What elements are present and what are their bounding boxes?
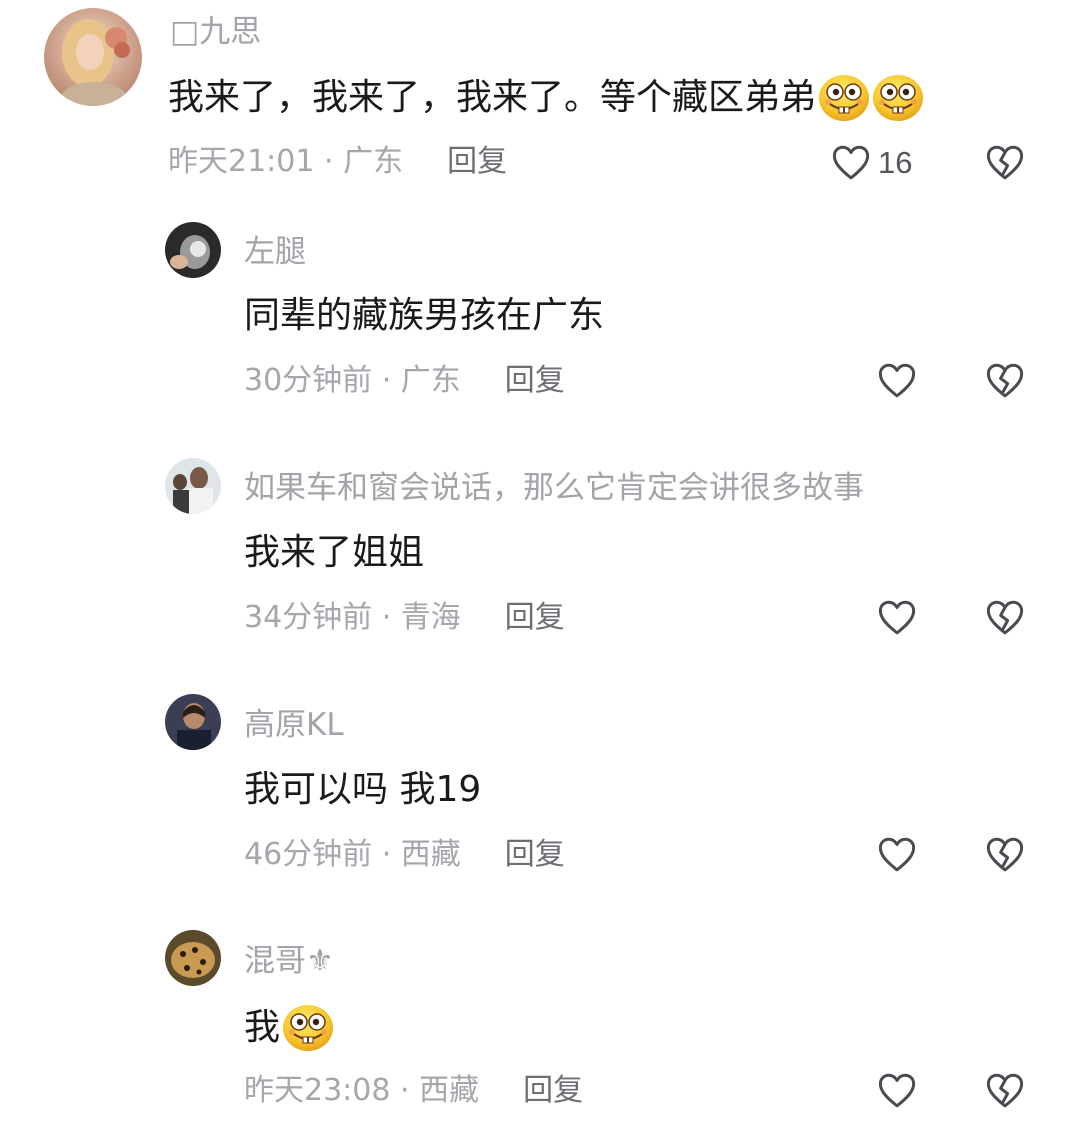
reply-item: 如果车和窗会说话，那么它肯定会讲很多故事 我来了姐姐 34分钟前 · 青海 回复 [0, 455, 1080, 655]
username[interactable]: 左腿 [244, 232, 306, 272]
heart-icon[interactable] [876, 360, 918, 402]
comment-meta: 昨天21:01 · 广东 回复 [168, 142, 507, 182]
comment-meta: 46分钟前 · 西藏 回复 [244, 835, 565, 875]
time-location: 30分钟前 · 广东 [244, 363, 461, 398]
comment-text-body: 我来了姐姐 [244, 532, 425, 573]
broken-heart-icon[interactable] [984, 1070, 1026, 1112]
comment-item: □九思 我来了，我来了，我来了。等个藏区弟弟 昨天21:01 · 广东 回复 1… [0, 0, 1080, 200]
like-button[interactable]: 16 [830, 142, 912, 184]
username[interactable]: 如果车和窗会说话，那么它肯定会讲很多故事 [244, 468, 864, 508]
heart-icon[interactable] [876, 834, 918, 876]
username[interactable]: □九思 [170, 12, 261, 52]
reply-button[interactable]: 回复 [505, 361, 565, 401]
comment-text-body: 我 [244, 1007, 281, 1048]
comment-text: 我来了姐姐 [244, 529, 424, 577]
heart-icon [830, 142, 872, 184]
time-location: 昨天23:08 · 西藏 [244, 1073, 480, 1108]
broken-heart-icon[interactable] [984, 142, 1026, 184]
like-count: 16 [878, 145, 913, 180]
grin-face-icon [872, 72, 924, 124]
broken-heart-icon[interactable] [984, 834, 1026, 876]
reply-item: 左腿 同辈的藏族男孩在广东 30分钟前 · 广东 回复 [0, 218, 1080, 418]
comment-text-body: 我可以吗 我19 [244, 769, 482, 810]
comment-text: 同辈的藏族男孩在广东 [244, 292, 604, 340]
avatar[interactable] [165, 222, 221, 278]
avatar[interactable] [165, 694, 221, 750]
reply-button[interactable]: 回复 [523, 1071, 583, 1111]
reply-item: 混哥⚜ 我 昨天23:08 · 西藏 回复 [0, 928, 1080, 1124]
comment-meta: 30分钟前 · 广东 回复 [244, 361, 565, 401]
comment-meta: 昨天23:08 · 西藏 回复 [244, 1071, 583, 1111]
comment-text-body: 同辈的藏族男孩在广东 [244, 295, 605, 336]
time-location: 昨天21:01 · 广东 [168, 144, 404, 179]
reply-button[interactable]: 回复 [505, 598, 565, 638]
broken-heart-icon[interactable] [984, 360, 1026, 402]
heart-icon[interactable] [876, 597, 918, 639]
avatar[interactable] [165, 930, 221, 986]
time-location: 34分钟前 · 青海 [244, 600, 461, 635]
comment-text: 我 [244, 1002, 334, 1054]
heart-icon[interactable] [876, 1070, 918, 1112]
comment-text-body: 我来了，我来了，我来了。等个藏区弟弟 [168, 77, 817, 118]
reply-button[interactable]: 回复 [505, 835, 565, 875]
username[interactable]: 混哥⚜ [244, 941, 334, 981]
reply-item: 高原KL 我可以吗 我19 46分钟前 · 西藏 回复 [0, 692, 1080, 892]
comment-meta: 34分钟前 · 青海 回复 [244, 598, 565, 638]
comment-thread: □九思 我来了，我来了，我来了。等个藏区弟弟 昨天21:01 · 广东 回复 1… [0, 0, 1080, 1124]
broken-heart-icon[interactable] [984, 597, 1026, 639]
avatar[interactable] [165, 458, 221, 514]
avatar[interactable] [44, 8, 142, 106]
username[interactable]: 高原KL [244, 705, 344, 745]
time-location: 46分钟前 · 西藏 [244, 837, 461, 872]
comment-text: 我来了，我来了，我来了。等个藏区弟弟 [168, 72, 924, 124]
grin-face-icon [818, 72, 870, 124]
grin-face-icon [282, 1002, 334, 1054]
comment-text: 我可以吗 我19 [244, 766, 481, 814]
reply-button[interactable]: 回复 [447, 142, 507, 182]
